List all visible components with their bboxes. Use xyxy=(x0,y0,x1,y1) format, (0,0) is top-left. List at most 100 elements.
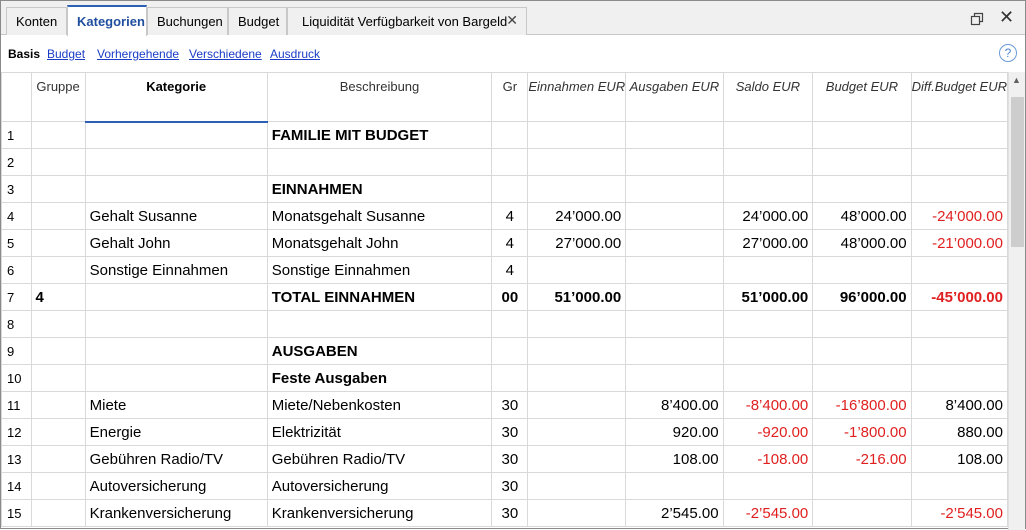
cell-ausgaben[interactable] xyxy=(625,283,724,311)
cell-ausgaben[interactable]: 8’400.00 xyxy=(625,391,724,419)
view-vorhergehende[interactable]: Vorhergehende xyxy=(97,47,179,61)
cell-beschreibung[interactable]: Autoversicherung xyxy=(266,472,493,500)
cell-kategorie[interactable]: Energie xyxy=(84,418,268,446)
table-row[interactable]: 1 FAMILIE MIT BUDGET xyxy=(1,121,1008,149)
cell-einnahmen[interactable] xyxy=(527,121,627,149)
cell-einnahmen[interactable] xyxy=(527,175,627,203)
cell-gruppe[interactable] xyxy=(30,202,86,230)
cell-gr[interactable] xyxy=(491,337,529,365)
cell-ausgaben[interactable] xyxy=(625,256,724,284)
cell-kategorie[interactable] xyxy=(84,364,268,392)
cell-ausgaben[interactable] xyxy=(625,121,724,149)
cell-kategorie[interactable] xyxy=(84,121,268,149)
cell-ausgaben[interactable] xyxy=(625,202,724,230)
cell-einnahmen[interactable]: 27’000.00 xyxy=(527,229,627,257)
cell-kategorie[interactable] xyxy=(84,337,268,365)
cell-budget[interactable] xyxy=(812,256,912,284)
table-row[interactable]: 7 4 TOTAL EINNAHMEN 00 51’000.00 51’000.00 96’… xyxy=(1,283,1008,311)
cell-kategorie[interactable]: Gebühren Radio/TV xyxy=(84,445,268,473)
cell-beschreibung[interactable] xyxy=(266,310,493,338)
cell-gruppe[interactable] xyxy=(30,229,86,257)
cell-gruppe[interactable] xyxy=(30,337,86,365)
table-row[interactable]: 11 Miete Miete/Nebenkosten 30 8’400.00 -8’400… xyxy=(1,391,1008,419)
cell-saldo[interactable] xyxy=(722,175,814,203)
cell-diff-budget[interactable]: -24’000.00 xyxy=(910,202,1008,230)
help-icon[interactable]: ? xyxy=(999,44,1017,62)
cell-gr[interactable]: 30 xyxy=(491,499,529,527)
cell-gruppe[interactable] xyxy=(30,310,86,338)
cell-gr[interactable]: 4 xyxy=(491,202,529,230)
cell-saldo[interactable]: 27’000.00 xyxy=(722,229,814,257)
cell-beschreibung[interactable]: Gebühren Radio/TV xyxy=(266,445,493,473)
cell-gruppe[interactable]: 4 xyxy=(30,283,86,311)
cell-ausgaben[interactable] xyxy=(625,229,724,257)
cell-beschreibung[interactable]: Krankenversicherung xyxy=(266,499,493,527)
cell-saldo[interactable] xyxy=(722,364,814,392)
col-einnahmen[interactable]: Einnahmen EUR xyxy=(527,72,627,122)
view-basis[interactable]: Basis xyxy=(8,47,40,61)
cell-beschreibung[interactable]: Sonstige Einnahmen xyxy=(266,256,493,284)
cell-diff-budget[interactable] xyxy=(910,256,1008,284)
cell-beschreibung[interactable]: AUSGABEN xyxy=(266,337,493,365)
tab-buchungen[interactable]: Buchungen xyxy=(147,7,228,35)
cell-budget[interactable] xyxy=(812,364,912,392)
cell-budget[interactable] xyxy=(812,472,912,500)
cell-beschreibung[interactable]: Feste Ausgaben xyxy=(266,364,493,392)
table-row[interactable]: 5 Gehalt John Monatsgehalt John 4 27’000.00 2… xyxy=(1,229,1008,257)
cell-diff-budget[interactable] xyxy=(910,175,1008,203)
cell-budget[interactable]: -1’800.00 xyxy=(812,418,912,446)
col-budget[interactable]: Budget EUR xyxy=(812,72,912,122)
window-close-icon[interactable]: ✕ xyxy=(999,7,1014,28)
cell-saldo[interactable] xyxy=(722,310,814,338)
cell-gr[interactable]: 4 xyxy=(491,256,529,284)
table-row[interactable]: 3 EINNAHMEN xyxy=(1,175,1008,203)
cell-gr[interactable] xyxy=(491,364,529,392)
cell-budget[interactable]: -216.00 xyxy=(812,445,912,473)
cell-beschreibung[interactable]: Monatsgehalt John xyxy=(266,229,493,257)
cell-diff-budget[interactable] xyxy=(910,472,1008,500)
cell-beschreibung[interactable]: EINNAHMEN xyxy=(266,175,493,203)
cell-diff-budget[interactable]: -45’000.00 xyxy=(910,283,1008,311)
cell-ausgaben[interactable] xyxy=(625,148,724,176)
table-row[interactable]: 6 Sonstige Einnahmen Sonstige Einnahmen 4 xyxy=(1,256,1008,284)
cell-gruppe[interactable] xyxy=(30,391,86,419)
cell-gruppe[interactable] xyxy=(30,175,86,203)
scroll-up-icon[interactable]: ▲ xyxy=(1012,75,1021,85)
cell-beschreibung[interactable]: TOTAL EINNAHMEN xyxy=(266,283,493,311)
cell-budget[interactable] xyxy=(812,175,912,203)
cell-gr[interactable]: 30 xyxy=(491,472,529,500)
cell-beschreibung[interactable]: Monatsgehalt Susanne xyxy=(266,202,493,230)
col-ausgaben[interactable]: Ausgaben EUR xyxy=(625,72,724,122)
table-row[interactable]: 15 Krankenversicherung Krankenversicherung… xyxy=(1,499,1008,527)
cell-gr[interactable]: 30 xyxy=(491,445,529,473)
col-saldo[interactable]: Saldo EUR xyxy=(722,72,814,122)
cell-gruppe[interactable] xyxy=(30,364,86,392)
cell-saldo[interactable]: 24’000.00 xyxy=(722,202,814,230)
cell-gruppe[interactable] xyxy=(30,445,86,473)
col-gr[interactable]: Gr xyxy=(491,72,529,122)
cell-gr[interactable] xyxy=(491,175,529,203)
cell-kategorie[interactable]: Miete xyxy=(84,391,268,419)
cell-beschreibung[interactable]: Miete/Nebenkosten xyxy=(266,391,493,419)
cell-einnahmen[interactable] xyxy=(527,472,627,500)
cell-einnahmen[interactable] xyxy=(527,445,627,473)
cell-budget[interactable] xyxy=(812,337,912,365)
cell-kategorie[interactable]: Krankenversicherung xyxy=(84,499,268,527)
table-row[interactable]: 8 xyxy=(1,310,1008,338)
cell-einnahmen[interactable] xyxy=(527,391,627,419)
cell-saldo[interactable] xyxy=(722,148,814,176)
cell-saldo[interactable]: -8’400.00 xyxy=(722,391,814,419)
cell-beschreibung[interactable]: Elektrizität xyxy=(266,418,493,446)
cell-kategorie[interactable] xyxy=(84,310,268,338)
table-row[interactable]: 4 Gehalt Susanne Monatsgehalt Susanne 4 24’0… xyxy=(1,202,1008,230)
cell-budget[interactable] xyxy=(812,310,912,338)
cell-saldo[interactable]: 51’000.00 xyxy=(722,283,814,311)
view-verschiedene[interactable]: Verschiedene xyxy=(189,47,262,61)
cell-budget[interactable] xyxy=(812,499,912,527)
close-icon[interactable]: ✕ xyxy=(506,12,518,29)
cell-einnahmen[interactable] xyxy=(527,418,627,446)
cell-einnahmen[interactable] xyxy=(527,256,627,284)
cell-budget[interactable] xyxy=(812,148,912,176)
scrollbar-thumb[interactable] xyxy=(1011,97,1024,247)
col-beschreibung[interactable]: Beschreibung xyxy=(266,72,493,122)
